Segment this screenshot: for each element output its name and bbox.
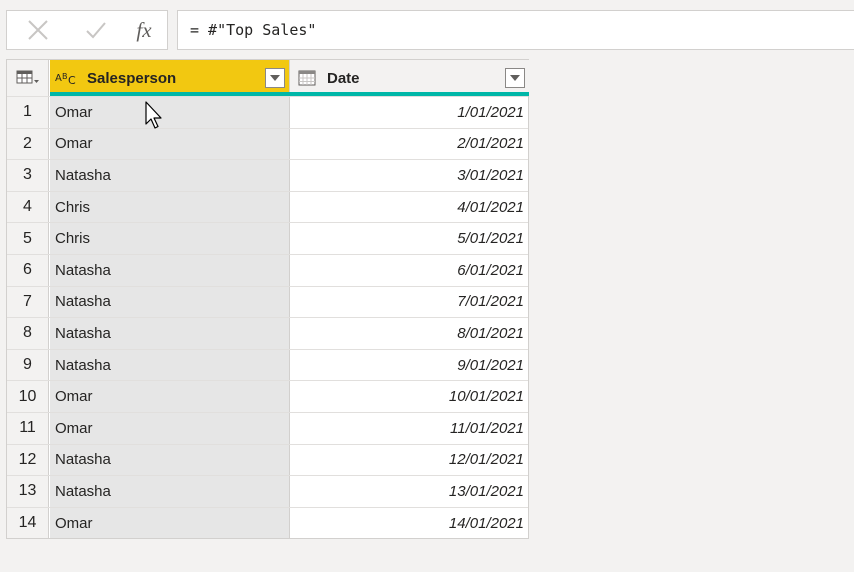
cell-salesperson[interactable]: Omar (50, 128, 290, 160)
table-row: 10 Omar 10/01/2021 (7, 380, 528, 412)
column-title-salesperson: Salesperson (87, 69, 177, 87)
table-row: 1 Omar 1/01/2021 (7, 96, 528, 128)
close-icon[interactable] (21, 11, 55, 49)
row-number[interactable]: 8 (7, 318, 49, 349)
table-row: 5 Chris 5/01/2021 (7, 222, 528, 254)
row-number[interactable]: 12 (7, 444, 49, 476)
row-number[interactable]: 11 (7, 412, 49, 444)
checkmark-icon[interactable] (79, 11, 113, 49)
cell-salesperson[interactable]: Natasha (50, 160, 290, 191)
cell-salesperson[interactable]: Omar (50, 97, 290, 128)
cell-date[interactable]: 7/01/2021 (290, 287, 529, 318)
cell-salesperson[interactable]: Natasha (50, 318, 290, 349)
cell-date[interactable]: 9/01/2021 (290, 350, 529, 381)
cell-salesperson[interactable]: Chris (50, 223, 290, 254)
column-header-date[interactable]: Date (290, 60, 529, 96)
row-number[interactable]: 14 (7, 507, 49, 539)
cell-salesperson[interactable]: Natasha (50, 349, 290, 381)
table-row: 6 Natasha 6/01/2021 (7, 253, 529, 286)
text-type-icon: A B C (55, 70, 79, 86)
row-number[interactable]: 6 (7, 254, 49, 286)
grid-header: A B C Salesperson Date (7, 60, 529, 96)
row-number[interactable]: 5 (7, 223, 49, 254)
cell-salesperson[interactable]: Natasha (50, 476, 290, 507)
mouse-cursor-icon (145, 101, 165, 136)
column-header-salesperson[interactable]: A B C Salesperson (50, 60, 290, 96)
cell-date[interactable]: 13/01/2021 (290, 476, 529, 507)
row-number[interactable]: 1 (7, 97, 49, 128)
row-number[interactable]: 7 (7, 286, 49, 318)
fx-icon[interactable]: fx (127, 11, 161, 49)
cell-date[interactable]: 2/01/2021 (290, 129, 529, 160)
table-row: 4 Chris 4/01/2021 (7, 190, 529, 223)
table-row: 9 Natasha 9/01/2021 (7, 348, 529, 381)
cell-salesperson[interactable]: Omar (50, 507, 290, 539)
row-number[interactable]: 9 (7, 349, 49, 381)
cell-date[interactable]: 6/01/2021 (290, 255, 529, 286)
cell-date[interactable]: 14/01/2021 (290, 508, 529, 539)
cell-salesperson[interactable]: Omar (50, 381, 290, 412)
table-row: 8 Natasha 8/01/2021 (7, 317, 528, 349)
chevron-down-icon[interactable] (265, 68, 285, 88)
svg-text:A: A (55, 73, 62, 84)
table-row: 12 Natasha 12/01/2021 (7, 443, 529, 476)
formula-input[interactable]: = #"Top Sales" (177, 10, 854, 50)
cell-date[interactable]: 3/01/2021 (290, 160, 529, 191)
cell-date[interactable]: 5/01/2021 (290, 223, 529, 254)
cell-date[interactable]: 10/01/2021 (290, 381, 529, 412)
table-row: 2 Omar 2/01/2021 (7, 127, 529, 160)
cell-date[interactable]: 1/01/2021 (290, 97, 529, 128)
table-row: 11 Omar 11/01/2021 (7, 411, 529, 444)
cell-date[interactable]: 4/01/2021 (290, 192, 529, 223)
cell-date[interactable]: 8/01/2021 (290, 318, 529, 349)
cell-date[interactable]: 12/01/2021 (290, 445, 529, 476)
table-menu-icon[interactable] (7, 60, 49, 96)
formula-bar-buttons: fx (6, 10, 168, 50)
row-number[interactable]: 4 (7, 191, 49, 223)
cell-salesperson[interactable]: Natasha (50, 286, 290, 318)
column-title-date: Date (327, 69, 360, 87)
row-number[interactable]: 3 (7, 160, 49, 191)
row-number[interactable]: 2 (7, 128, 49, 160)
chevron-down-icon[interactable] (505, 68, 525, 88)
cell-salesperson[interactable]: Natasha (50, 254, 290, 286)
data-grid: A B C Salesperson Date 1 Omar 1/01/2021 … (6, 59, 529, 540)
row-number[interactable]: 13 (7, 476, 49, 507)
table-row: 3 Natasha 3/01/2021 (7, 159, 528, 191)
svg-text:B: B (62, 72, 68, 81)
cell-salesperson[interactable]: Omar (50, 412, 290, 444)
cell-salesperson[interactable]: Natasha (50, 444, 290, 476)
cell-salesperson[interactable]: Chris (50, 191, 290, 223)
table-row: 14 Omar 14/01/2021 (7, 506, 529, 539)
calendar-type-icon (295, 70, 319, 86)
cell-date[interactable]: 11/01/2021 (290, 413, 529, 444)
svg-text:C: C (68, 74, 76, 86)
table-row: 13 Natasha 13/01/2021 (7, 475, 528, 507)
row-number[interactable]: 10 (7, 381, 49, 412)
table-row: 7 Natasha 7/01/2021 (7, 285, 529, 318)
grid-body: 1 Omar 1/01/2021 2 Omar 2/01/2021 3 Natasha 3/… (7, 96, 529, 539)
